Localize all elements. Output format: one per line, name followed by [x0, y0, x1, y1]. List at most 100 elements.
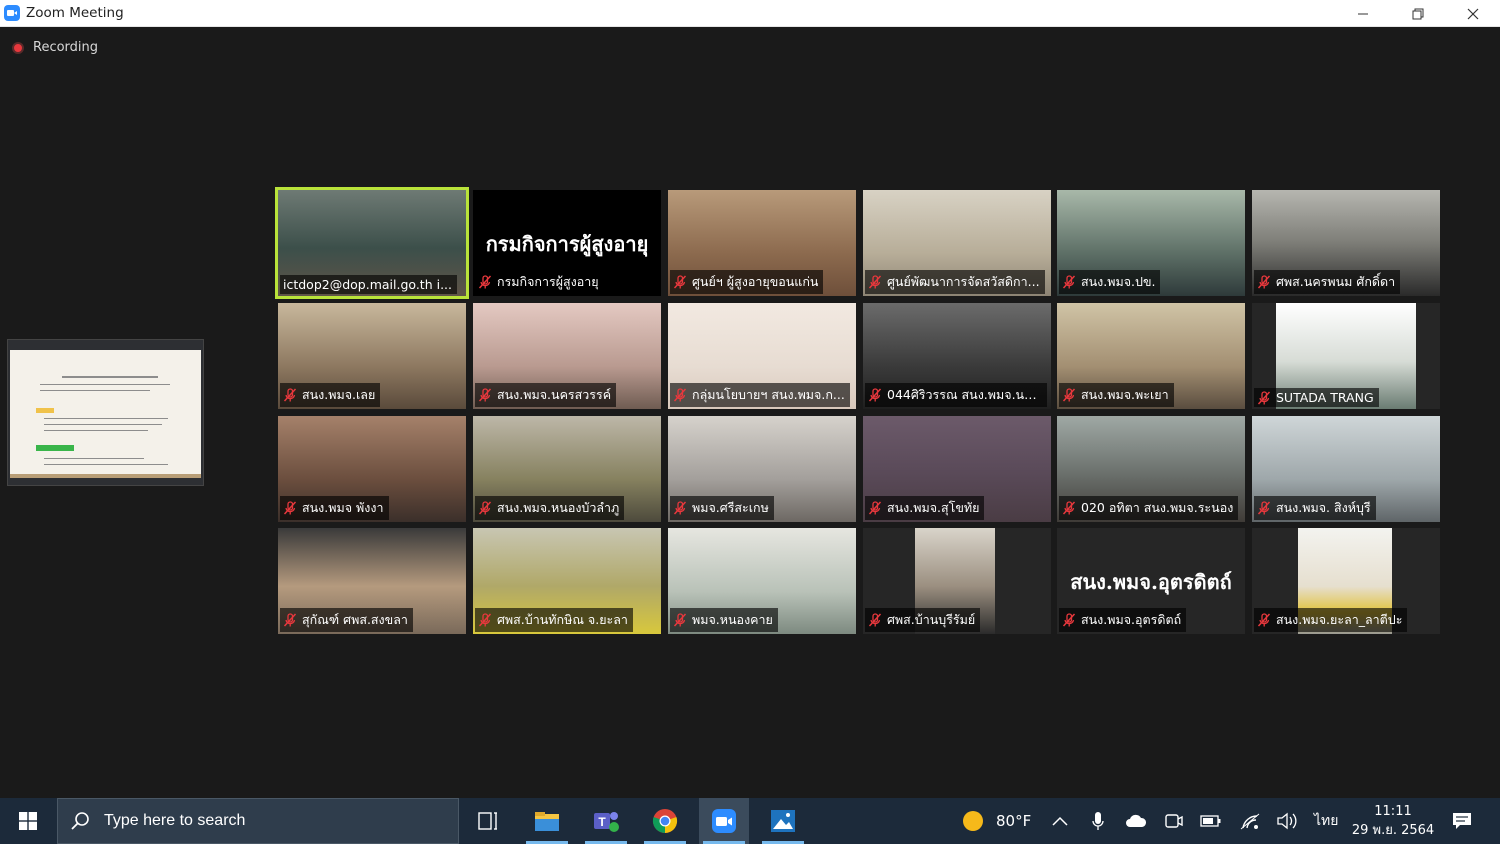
microphone-muted-icon [1257, 390, 1271, 405]
sun-icon [963, 811, 983, 831]
window-title: Zoom Meeting [26, 5, 124, 21]
participant-name-label: สนง.พมจ.ปข. [1059, 270, 1161, 294]
notifications-button[interactable] [1452, 798, 1472, 844]
zoom-taskbar-button[interactable] [699, 798, 749, 844]
weather-temperature: 80°F [996, 812, 1032, 830]
microphone-tray[interactable] [1092, 798, 1104, 844]
participant-name-label: สนง.พมจ.นครสวรรค์ [475, 383, 617, 407]
participant-name-label: สนง.พมจ.สุโขทัย [865, 496, 985, 520]
start-button[interactable] [0, 798, 56, 844]
participant-name-label: สนง.พมจ.หนองบัวลำภู [475, 496, 625, 520]
participant-name: สนง.พมจ.หนองบัวลำภู [497, 500, 620, 515]
restore-button[interactable] [1390, 0, 1445, 27]
wifi-icon [1240, 813, 1260, 830]
participant-display-name: กรมกิจการผู้สูงอายุ [485, 232, 649, 256]
participant-tile[interactable]: สนง.พมจ.เลย [278, 303, 466, 409]
participant-name-label: SUTADA TRANG [1254, 388, 1379, 407]
search-icon [71, 812, 89, 830]
microphone-muted-icon [283, 388, 297, 402]
microphone-muted-icon [1257, 275, 1271, 289]
battery-tray[interactable] [1200, 798, 1222, 844]
svg-text:T: T [598, 815, 606, 829]
file-explorer-button[interactable] [522, 798, 572, 844]
clock-time: 11:11 [1374, 804, 1412, 819]
participant-tile[interactable]: สนง.พมจ พังงา [278, 416, 466, 522]
onedrive-tray[interactable] [1125, 798, 1147, 844]
participant-tile[interactable]: สนง.พมจ.อุตรดิตถ์ สนง.พมจ.อุตรดิตถ์ [1057, 528, 1245, 634]
participant-tile[interactable]: ศพส.นครพนม ศักดิ์ดา [1252, 190, 1440, 296]
participant-name: กรมกิจการผู้สูงอายุ [497, 274, 599, 289]
meet-now-icon [1165, 814, 1183, 828]
participant-name: ศูนย์ฯ ผู้สูงอายุขอนแก่น [692, 274, 819, 289]
participant-tile[interactable]: พมจ.หนองคาย [668, 528, 856, 634]
taskbar-clock[interactable]: 11:11 29 พ.ย. 2564 [1348, 802, 1438, 840]
participant-name: ศพส.บ้านบุรีรัมย์ [887, 612, 976, 627]
weather-widget[interactable]: 80°F [962, 798, 1031, 844]
participant-tile[interactable]: สนง.พมจ.ยะลา_ลาตีปะ [1252, 528, 1440, 634]
microphone-muted-icon [1062, 388, 1076, 402]
recording-label: Recording [33, 40, 99, 55]
chrome-button[interactable] [640, 798, 690, 844]
chevron-up-icon [1052, 816, 1068, 826]
participant-tile[interactable]: 020 อทิตา สนง.พมจ.ระนอง [1057, 416, 1245, 522]
participant-name-label: สนง.พมจ. สิงห์บุรี [1254, 496, 1376, 520]
microphone-muted-icon [868, 275, 882, 289]
participant-tile[interactable]: ศพส.บ้านทักษิณ จ.ยะลา [473, 528, 661, 634]
microphone-muted-icon [478, 501, 492, 515]
participant-tile[interactable]: ศพส.บ้านบุรีรัมย์ [863, 528, 1051, 634]
participant-name: สนง.พมจ.ปข. [1081, 274, 1156, 289]
participant-tile[interactable]: SUTADA TRANG [1252, 303, 1440, 409]
participant-tile[interactable]: สนง.พมจ.นครสวรรค์ [473, 303, 661, 409]
participant-name-label: สนง.พมจ.ยะลา_ลาตีปะ [1254, 608, 1408, 632]
participant-name-label: สนง.พมจ พังงา [280, 496, 389, 520]
meet-now-tray[interactable] [1164, 798, 1184, 844]
participant-name-label: ศูนย์พัฒนาการจัดสวัสดิกา... [865, 270, 1045, 294]
microphone-muted-icon [868, 501, 882, 515]
shared-screen-thumbnail[interactable] [7, 339, 204, 486]
windows-logo-icon [19, 812, 37, 830]
participant-tile[interactable]: ศูนย์พัฒนาการจัดสวัสดิกา... [863, 190, 1051, 296]
participant-name-label: ศพส.บ้านทักษิณ จ.ยะลา [475, 608, 633, 632]
participant-tile[interactable]: ศูนย์ฯ ผู้สูงอายุขอนแก่น [668, 190, 856, 296]
participant-name: กลุ่มนโยบายฯ สนง.พมจ.ก... [692, 387, 845, 402]
close-icon [1467, 8, 1478, 19]
participant-tile[interactable]: สนง.พมจ.สุโขทัย [863, 416, 1051, 522]
task-view-button[interactable] [463, 798, 513, 844]
wifi-tray[interactable] [1239, 798, 1261, 844]
taskbar-search-box[interactable]: Type here to search [57, 798, 459, 844]
clock-date: 29 พ.ย. 2564 [1351, 823, 1435, 838]
microphone-muted-icon [673, 613, 687, 627]
recording-indicator[interactable]: Recording [12, 40, 98, 55]
volume-tray[interactable] [1276, 798, 1298, 844]
participant-name-label: ictdop2@dop.mail.go.th i... [280, 275, 457, 294]
participant-tile[interactable]: สนง.พมจ. สิงห์บุรี [1252, 416, 1440, 522]
recording-dot-icon [12, 41, 24, 54]
participant-name-label: กรมกิจการผู้สูงอายุ [475, 270, 604, 294]
participant-name: สนง.พมจ.สุโขทัย [887, 500, 980, 515]
participant-tile[interactable]: กรมกิจการผู้สูงอายุ กรมกิจการผู้สูงอายุ [473, 190, 661, 296]
restore-icon [1412, 8, 1423, 19]
minimize-button[interactable] [1335, 0, 1390, 27]
participant-tile[interactable]: 044ศิริวรรณ สนง.พมจ.นค... [863, 303, 1051, 409]
close-button[interactable] [1445, 0, 1500, 27]
participant-name: 044ศิริวรรณ สนง.พมจ.นค... [887, 387, 1042, 402]
task-view-icon [478, 812, 497, 830]
chrome-icon [652, 809, 678, 834]
participant-name: SUTADA TRANG [1276, 390, 1374, 405]
language-indicator[interactable]: ไทย [1314, 798, 1338, 844]
microphone-muted-icon [478, 613, 492, 627]
participant-tile[interactable]: สนง.พมจ.หนองบัวลำภู [473, 416, 661, 522]
teams-button[interactable]: T [581, 798, 631, 844]
participant-tile[interactable]: สนง.พมจ.ปข. [1057, 190, 1245, 296]
show-hidden-icons-button[interactable] [1052, 798, 1068, 844]
microphone-muted-icon [283, 501, 297, 515]
language-label: ไทย [1314, 813, 1339, 829]
photos-button[interactable] [758, 798, 808, 844]
participant-tile[interactable]: ictdop2@dop.mail.go.th i... [275, 187, 469, 299]
window-titlebar: Zoom Meeting [0, 0, 1500, 27]
participant-tile[interactable]: สุกัณฑ์ ศพส.สงขลา [278, 528, 466, 634]
participant-tile[interactable]: สนง.พมจ.พะเยา [1057, 303, 1245, 409]
windows-taskbar: Type here to search T 80°F ไทย 11:11 29 … [0, 798, 1500, 844]
participant-tile[interactable]: พมจ.ศรีสะเกษ [668, 416, 856, 522]
participant-tile[interactable]: กลุ่มนโยบายฯ สนง.พมจ.ก... [668, 303, 856, 409]
